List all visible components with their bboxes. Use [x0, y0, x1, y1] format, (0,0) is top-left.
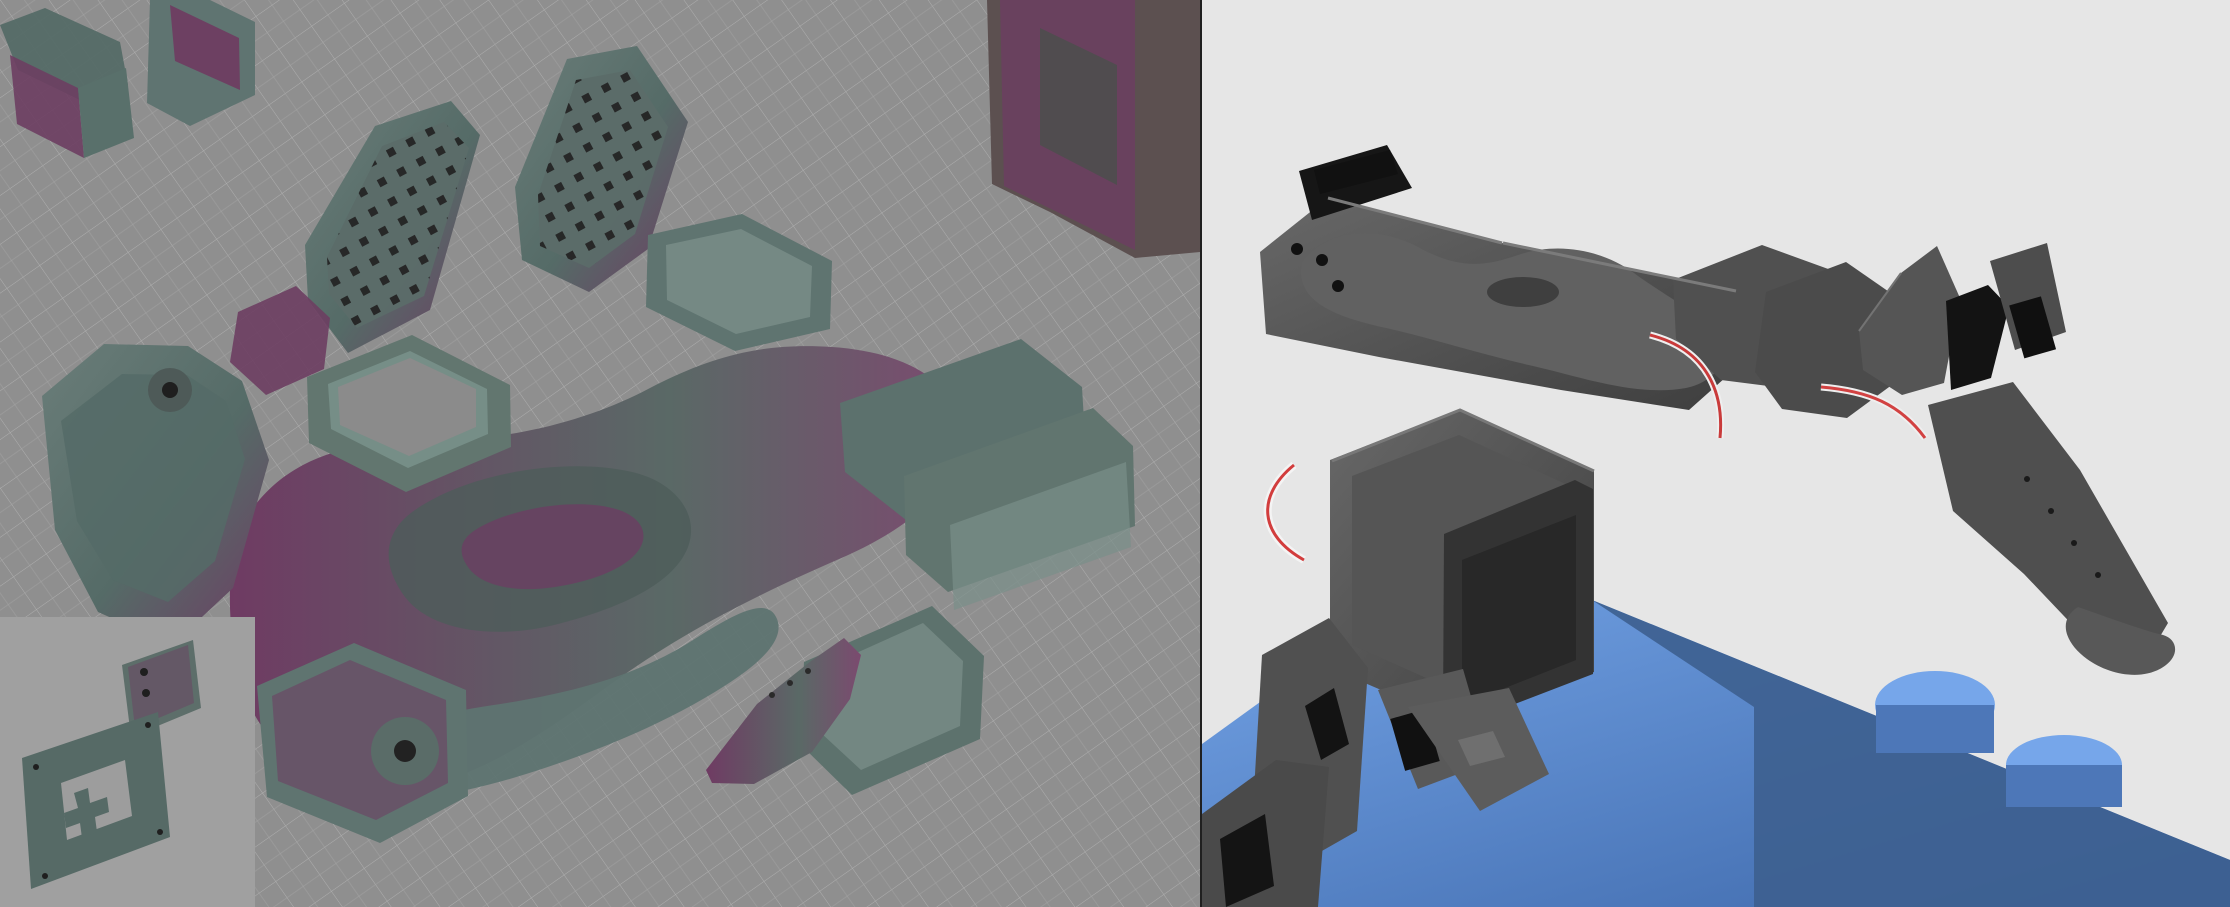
split-render-screenshot: [0, 0, 2230, 907]
printed-parts-scene: [0, 0, 1200, 907]
assembled-robot-panel: [1202, 0, 2230, 907]
assembled-robot-scene: [1202, 0, 2230, 907]
print-layout-panel: [0, 0, 1200, 907]
inset-preview-panel: [0, 617, 255, 907]
